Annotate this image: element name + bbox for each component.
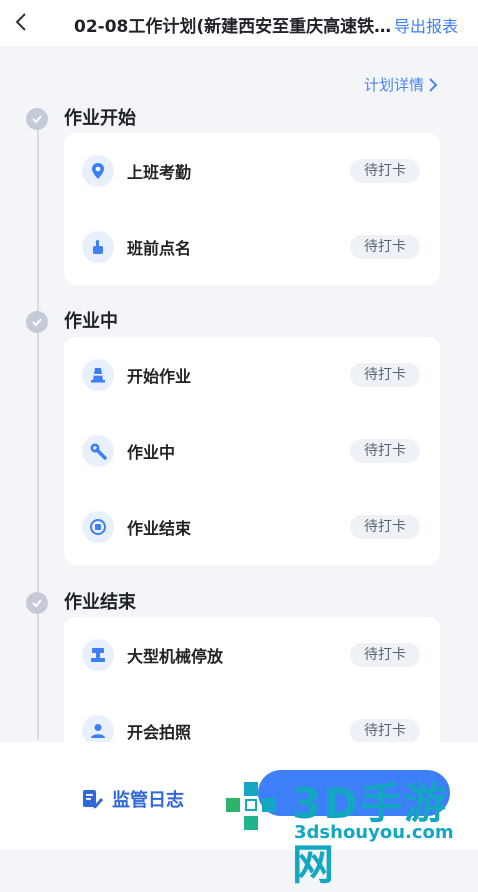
stage-title: 作业开始 <box>64 108 136 129</box>
supervision-log-button[interactable]: 监管日志 <box>80 786 184 812</box>
status-badge[interactable]: 待打卡 <box>350 515 420 539</box>
watermark-site: 3dshouyou.com <box>294 822 454 843</box>
task-label: 作业结束 <box>127 519 192 538</box>
location-pin-icon <box>82 155 114 187</box>
task-label: 大型机械停放 <box>127 647 224 666</box>
task-label: 上班考勤 <box>127 163 192 182</box>
status-badge[interactable]: 待打卡 <box>350 719 420 742</box>
stage-title: 作业结束 <box>64 592 136 613</box>
stage-card: 上班考勤 待打卡 班前点名 待打卡 <box>64 133 440 285</box>
plan-detail-label: 计划详情 <box>363 76 424 94</box>
task-row-machine-parking[interactable]: 大型机械停放 待打卡 <box>64 617 440 693</box>
task-label: 班前点名 <box>127 239 192 258</box>
task-row-in-progress[interactable]: 作业中 待打卡 <box>64 413 440 489</box>
task-row-rollcall[interactable]: 班前点名 待打卡 <box>64 209 440 285</box>
timeline-line <box>37 120 39 740</box>
status-badge[interactable]: 待打卡 <box>350 235 420 259</box>
check-circle-icon <box>26 311 48 333</box>
chevron-right-icon <box>429 77 438 92</box>
stage-card: 开始作业 待打卡 作业中 待打卡 作业结束 待打卡 <box>64 337 440 565</box>
watermark: 3D手游网 3dshouyou.com <box>222 770 478 889</box>
top-bar: 02-08工作计划(新建西安至重庆高速铁路... 导出报表 <box>0 0 478 46</box>
task-row-end-work[interactable]: 作业结束 待打卡 <box>64 489 440 565</box>
person-icon <box>82 715 114 742</box>
log-edit-icon <box>83 790 103 809</box>
task-label: 作业中 <box>127 443 176 462</box>
task-row-meeting-photo[interactable]: 开会拍照 待打卡 <box>64 693 440 742</box>
back-arrow-icon[interactable] <box>10 10 34 34</box>
export-report-button[interactable]: 导出报表 <box>394 13 458 37</box>
stage-title: 作业中 <box>64 311 118 332</box>
traffic-cone-icon <box>82 359 114 391</box>
task-row-attendance[interactable]: 上班考勤 待打卡 <box>64 133 440 209</box>
stage-card: 大型机械停放 待打卡 开会拍照 待打卡 <box>64 617 440 742</box>
machinery-icon <box>82 639 114 671</box>
task-label: 开会拍照 <box>127 723 192 742</box>
wrench-icon <box>82 435 114 467</box>
status-badge[interactable]: 待打卡 <box>350 643 420 667</box>
task-label: 开始作业 <box>127 367 192 386</box>
check-circle-icon <box>26 108 48 130</box>
page-title: 02-08工作计划(新建西安至重庆高速铁路... <box>74 17 394 37</box>
raised-hand-icon <box>82 231 114 263</box>
status-badge[interactable]: 待打卡 <box>350 159 420 183</box>
status-badge[interactable]: 待打卡 <box>350 363 420 387</box>
task-row-start-work[interactable]: 开始作业 待打卡 <box>64 337 440 413</box>
supervision-log-label: 监管日志 <box>112 790 184 811</box>
stop-circle-icon <box>82 511 114 543</box>
watermark-logo-icon <box>226 782 276 830</box>
plan-detail-link[interactable]: 计划详情 <box>364 74 438 95</box>
status-badge[interactable]: 待打卡 <box>350 439 420 463</box>
check-circle-icon <box>26 592 48 614</box>
